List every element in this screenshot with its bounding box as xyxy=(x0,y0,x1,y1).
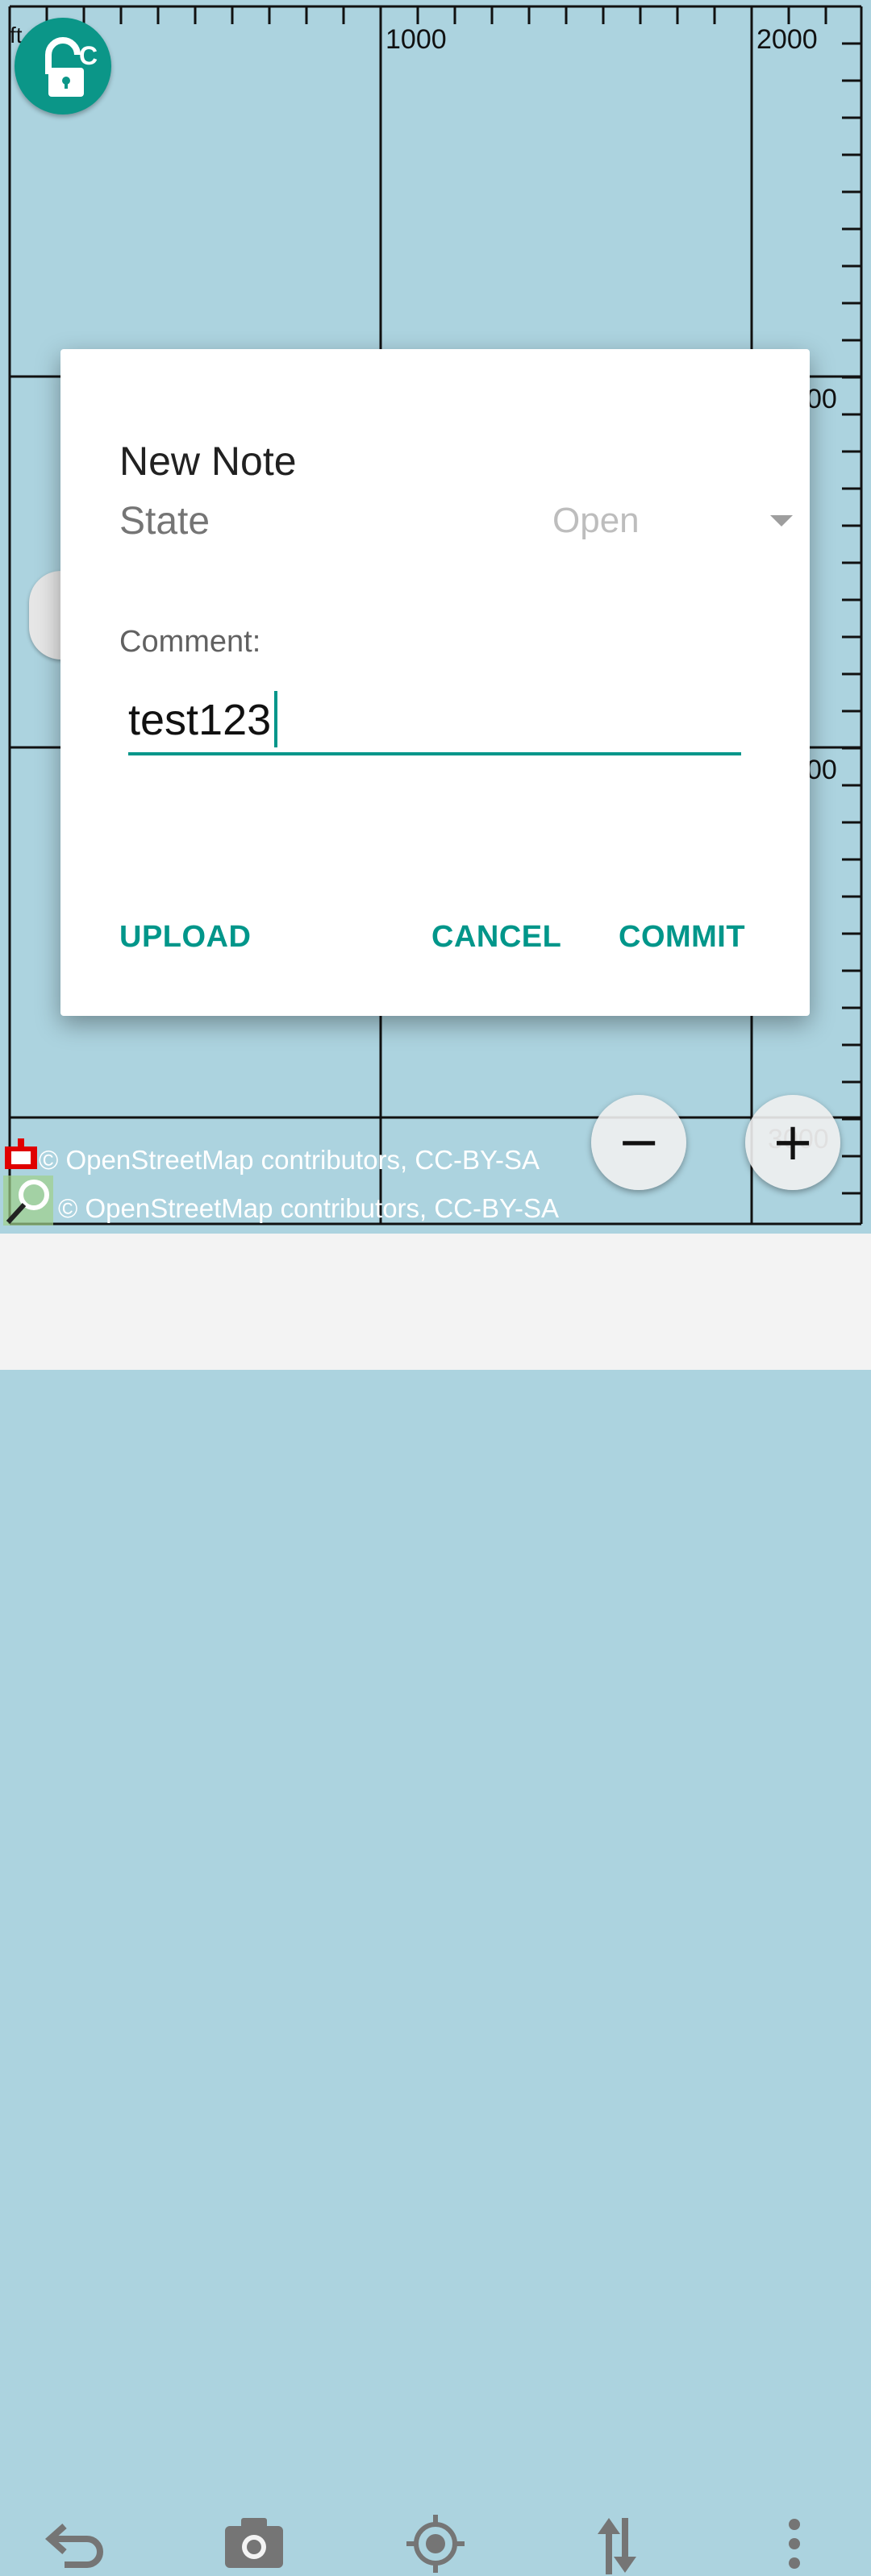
lock-letter: C xyxy=(79,41,98,70)
upload-button[interactable]: UPLOAD xyxy=(119,920,251,955)
dropdown-arrow-icon xyxy=(770,515,793,526)
zoom-in-icon: + xyxy=(771,1113,815,1172)
attribution-line-1: © OpenStreetMap contributors, CC-BY-SA xyxy=(39,1145,540,1175)
comment-label: Comment: xyxy=(119,625,261,659)
osm-bug-icon xyxy=(5,1138,37,1169)
camera-icon[interactable] xyxy=(222,2511,286,2576)
state-value: Open xyxy=(552,501,640,540)
text-caret xyxy=(274,691,277,747)
attribution-line-2: © OpenStreetMap contributors, CC-BY-SA xyxy=(58,1193,560,1223)
transfer-icon[interactable] xyxy=(585,2511,649,2576)
magnifier-icon xyxy=(3,1176,53,1226)
lock-open-icon: C xyxy=(45,37,98,97)
undo-icon[interactable] xyxy=(40,2511,105,2576)
lock-button[interactable]: C xyxy=(15,18,111,114)
dialog-title: New Note xyxy=(119,439,297,484)
state-dropdown[interactable]: Open xyxy=(552,496,811,552)
scale-label-right-2: 00 xyxy=(806,755,837,785)
zoom-out-icon: − xyxy=(617,1113,661,1172)
zoom-in-button[interactable]: + xyxy=(745,1095,840,1190)
bottom-toolbar xyxy=(0,1234,871,2574)
scale-label-1000: 1000 xyxy=(385,24,447,55)
gps-icon[interactable] xyxy=(403,2511,468,2576)
new-note-dialog: New Note State Open Comment: UPLOAD CANC… xyxy=(60,349,810,1016)
more-vert-icon[interactable] xyxy=(762,2511,827,2576)
zoom-out-button[interactable]: − xyxy=(591,1095,686,1190)
scale-label-2000: 2000 xyxy=(756,24,818,55)
comment-input[interactable] xyxy=(128,688,741,755)
cancel-button[interactable]: CANCEL xyxy=(431,920,561,955)
state-label: State xyxy=(119,500,210,543)
scale-label-right-1: 00 xyxy=(806,384,837,414)
commit-button[interactable]: COMMIT xyxy=(619,920,745,955)
